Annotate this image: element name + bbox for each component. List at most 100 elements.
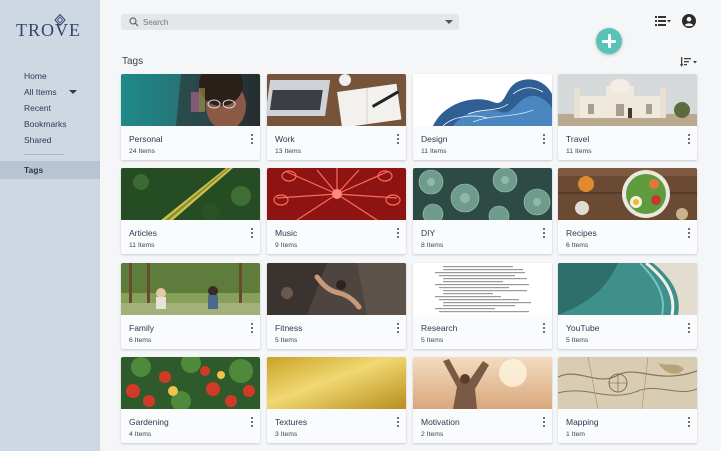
tag-card-gardening[interactable]: Gardening 4 Items: [121, 357, 260, 443]
tag-title: Personal: [129, 134, 163, 144]
sidebar-item-all-items[interactable]: All Items: [0, 84, 100, 100]
tag-card-youtube[interactable]: YouTube 5 Items: [558, 263, 697, 349]
more-options-icon[interactable]: [248, 322, 256, 334]
more-options-icon[interactable]: [685, 227, 693, 239]
tag-item-count: 11 Items: [566, 148, 592, 155]
diamond-icon: [54, 14, 66, 26]
tag-title: Travel: [566, 134, 590, 144]
tag-card-diy[interactable]: DIY 8 Items: [413, 168, 552, 254]
tag-thumbnail: [121, 263, 260, 315]
tag-title: Design: [421, 134, 448, 144]
tag-thumbnail: [558, 168, 697, 220]
tag-item-count: 11 Items: [421, 148, 447, 155]
search-icon: [129, 17, 139, 27]
tag-thumbnail: [558, 263, 697, 315]
tag-card-mapping[interactable]: Mapping 1 Item: [558, 357, 697, 443]
search-bar[interactable]: [121, 14, 459, 30]
tag-thumbnail: [413, 263, 552, 315]
search-input[interactable]: [143, 14, 433, 30]
sidebar: TROVE Home All Items Recent Bookmarks Sh…: [0, 0, 100, 451]
more-options-icon[interactable]: [394, 416, 402, 428]
tag-title: DIY: [421, 228, 436, 238]
tag-thumbnail: [121, 357, 260, 409]
more-options-icon[interactable]: [685, 416, 693, 428]
tag-title: Music: [275, 228, 298, 238]
more-options-icon[interactable]: [248, 416, 256, 428]
tag-thumbnail: [267, 74, 406, 126]
tag-card-recipes[interactable]: Recipes 6 Items: [558, 168, 697, 254]
more-options-icon[interactable]: [394, 133, 402, 145]
tag-item-count: 6 Items: [566, 242, 589, 249]
tag-item-count: 2 Items: [421, 431, 444, 438]
sidebar-item-tags[interactable]: Tags: [0, 161, 100, 179]
more-options-icon[interactable]: [685, 133, 693, 145]
more-options-icon[interactable]: [540, 322, 548, 334]
sidebar-item-label: All Items: [24, 87, 57, 97]
tag-thumbnail: [267, 263, 406, 315]
tag-card-fitness[interactable]: Fitness 5 Items: [267, 263, 406, 349]
tag-card-travel[interactable]: Travel 11 Items: [558, 74, 697, 160]
tag-title: Family: [129, 323, 155, 333]
more-options-icon[interactable]: [394, 227, 402, 239]
tag-thumbnail: [558, 357, 697, 409]
tag-thumbnail: [558, 74, 697, 126]
tag-title: Gardening: [129, 417, 169, 427]
tag-title: Fitness: [275, 323, 303, 333]
tag-item-count: 5 Items: [275, 337, 298, 344]
tag-card-music[interactable]: Music 9 Items: [267, 168, 406, 254]
tag-title: YouTube: [566, 323, 600, 333]
account-icon[interactable]: [682, 14, 696, 28]
tag-item-count: 1 Item: [566, 431, 585, 438]
more-options-icon[interactable]: [685, 322, 693, 334]
tag-card-family[interactable]: Family 6 Items: [121, 263, 260, 349]
tag-item-count: 6 Items: [129, 337, 152, 344]
tag-card-design[interactable]: Design 11 Items: [413, 74, 552, 160]
more-options-icon[interactable]: [540, 227, 548, 239]
tag-thumbnail: [413, 357, 552, 409]
tag-thumbnail: [267, 357, 406, 409]
logo-text: TROVE: [16, 20, 81, 40]
sidebar-item-home[interactable]: Home: [0, 68, 100, 84]
sidebar-item-shared[interactable]: Shared: [0, 132, 100, 148]
tag-card-textures[interactable]: Textures 3 Items: [267, 357, 406, 443]
more-options-icon[interactable]: [248, 227, 256, 239]
sidebar-nav: Home All Items Recent Bookmarks Shared T…: [0, 68, 100, 179]
tag-card-motivation[interactable]: Motivation 2 Items: [413, 357, 552, 443]
tag-thumbnail: [413, 168, 552, 220]
tag-card-articles[interactable]: Articles 11 Items: [121, 168, 260, 254]
tag-card-personal[interactable]: Personal 24 Items: [121, 74, 260, 160]
sort-icon[interactable]: [680, 57, 698, 67]
more-options-icon[interactable]: [248, 133, 256, 145]
more-options-icon[interactable]: [540, 416, 548, 428]
more-options-icon[interactable]: [540, 133, 548, 145]
tag-item-count: 13 Items: [275, 148, 302, 155]
sidebar-divider: [24, 154, 64, 155]
tag-item-count: 9 Items: [275, 242, 298, 249]
tag-item-count: 4 Items: [129, 431, 152, 438]
chevron-down-icon[interactable]: [445, 20, 453, 24]
tag-card-research[interactable]: Research 5 Items: [413, 263, 552, 349]
tag-title: Mapping: [566, 417, 599, 427]
tag-item-count: 3 Items: [275, 431, 298, 438]
tag-item-count: 5 Items: [566, 337, 589, 344]
tag-item-count: 8 Items: [421, 242, 444, 249]
tag-item-count: 5 Items: [421, 337, 444, 344]
sidebar-item-bookmarks[interactable]: Bookmarks: [0, 116, 100, 132]
tag-thumbnail: [413, 74, 552, 126]
tag-title: Articles: [129, 228, 157, 238]
page-title: Tags: [122, 56, 144, 67]
chevron-down-icon[interactable]: [69, 90, 77, 94]
tag-title: Recipes: [566, 228, 597, 238]
tag-thumbnail: [267, 168, 406, 220]
tag-title: Work: [275, 134, 295, 144]
trove-logo[interactable]: TROVE: [16, 14, 86, 40]
list-view-icon[interactable]: [655, 15, 671, 27]
tag-card-work[interactable]: Work 13 Items: [267, 74, 406, 160]
add-button[interactable]: [596, 28, 622, 54]
tag-thumbnail: [121, 74, 260, 126]
tag-thumbnail: [121, 168, 260, 220]
more-options-icon[interactable]: [394, 322, 402, 334]
tag-title: Motivation: [421, 417, 460, 427]
tag-title: Research: [421, 323, 458, 333]
sidebar-item-recent[interactable]: Recent: [0, 100, 100, 116]
